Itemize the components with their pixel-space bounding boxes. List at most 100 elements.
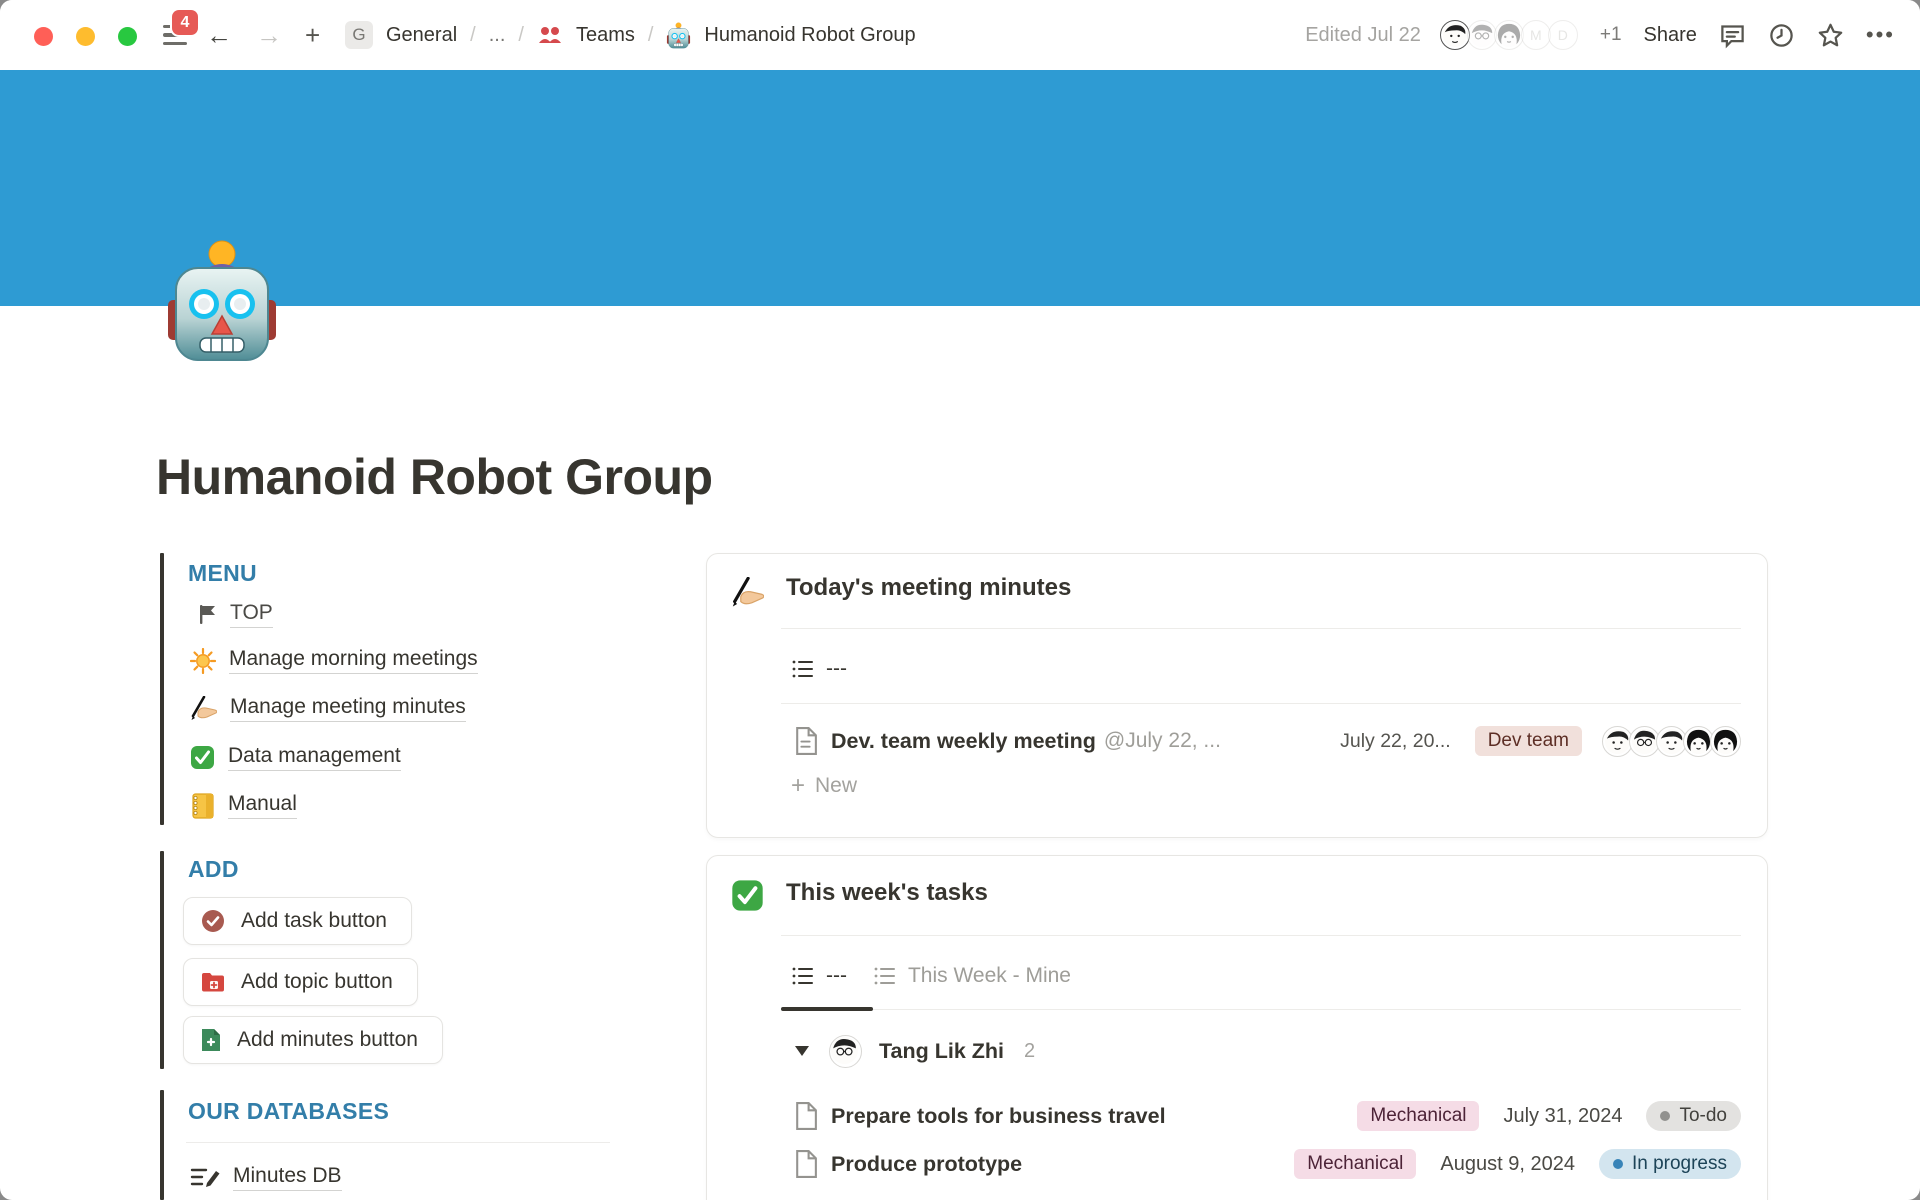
- check-button-icon: [190, 745, 215, 770]
- add-section: ADD Add task button Add topic button Add…: [160, 851, 620, 1069]
- edited-timestamp: Edited Jul 22: [1305, 24, 1421, 47]
- breadcrumb-general[interactable]: General: [386, 24, 457, 47]
- notebook-icon: [190, 793, 215, 819]
- breadcrumb-current-page[interactable]: Humanoid Robot Group: [704, 24, 915, 47]
- category-tag: Mechanical: [1357, 1101, 1479, 1131]
- collaborator-avatars: M D: [1443, 20, 1578, 50]
- view-tab-label: ---: [826, 964, 847, 988]
- status-dot-icon: [1660, 1111, 1670, 1121]
- divider: [781, 935, 1741, 936]
- view-tab-label: ---: [826, 657, 847, 681]
- avatar[interactable]: [1440, 20, 1470, 50]
- add-minutes-button[interactable]: Add minutes button: [183, 1016, 443, 1064]
- task-title[interactable]: Prepare tools for business travel: [831, 1104, 1166, 1129]
- meeting-minutes-card: Today's meeting minutes --- Dev. team we…: [706, 553, 1768, 838]
- attendee-avatars: [1606, 726, 1741, 757]
- view-tab[interactable]: ---: [791, 657, 847, 681]
- database-item-label: Minutes DB: [233, 1164, 342, 1191]
- tab-bar-border: [781, 703, 1741, 704]
- breadcrumb-ellipsis[interactable]: ...: [489, 24, 506, 47]
- task-row[interactable]: Prepare tools for business travel Mechan…: [794, 1096, 1741, 1136]
- meeting-date-mention[interactable]: @July 22, ...: [1104, 729, 1221, 753]
- quote-bar: [160, 1090, 164, 1200]
- flag-icon: [198, 604, 217, 625]
- page-cover[interactable]: [0, 70, 1920, 306]
- menu-item-data-management[interactable]: Data management: [190, 744, 401, 771]
- group-name[interactable]: Tang Lik Zhi: [879, 1039, 1004, 1064]
- status-label: In progress: [1632, 1153, 1727, 1175]
- menu-item-meeting-minutes[interactable]: Manage meeting minutes: [190, 695, 466, 722]
- meeting-title[interactable]: Dev. team weekly meeting: [831, 729, 1096, 754]
- plus-icon: +: [791, 772, 805, 800]
- breadcrumb-teams[interactable]: Teams: [576, 24, 635, 47]
- add-button-label: Add task button: [241, 909, 387, 933]
- add-topic-button[interactable]: Add topic button: [183, 958, 418, 1006]
- status-badge: In progress: [1599, 1149, 1741, 1179]
- task-properties: Mechanical August 9, 2024 In progress: [1294, 1149, 1741, 1179]
- avatar[interactable]: [1467, 20, 1497, 50]
- avatar-overflow-count[interactable]: +1: [1600, 24, 1622, 46]
- add-button-label: Add minutes button: [237, 1028, 418, 1052]
- task-properties: Mechanical July 31, 2024 To-do: [1357, 1101, 1741, 1131]
- page-title[interactable]: Humanoid Robot Group: [156, 448, 713, 506]
- new-page-icon[interactable]: +: [305, 0, 320, 70]
- due-date: August 9, 2024: [1440, 1153, 1575, 1176]
- view-tab-inactive[interactable]: This Week - Mine: [873, 964, 1071, 988]
- list-view-icon: [873, 965, 897, 987]
- task-row[interactable]: Produce prototype Mechanical August 9, 2…: [794, 1144, 1741, 1184]
- status-label: To-do: [1679, 1105, 1727, 1127]
- breadcrumb-separator: /: [518, 24, 524, 47]
- weekly-tasks-card: This week's tasks --- This Week - Mine T…: [706, 855, 1768, 1200]
- zoom-window-button[interactable]: [118, 27, 137, 46]
- forward-arrow-icon[interactable]: →: [256, 0, 282, 70]
- card-title[interactable]: This week's tasks: [786, 879, 988, 907]
- view-tabs: --- This Week - Mine: [791, 964, 1071, 988]
- databases-heading: OUR DATABASES: [188, 1098, 389, 1125]
- category-tag: Mechanical: [1294, 1149, 1416, 1179]
- card-title[interactable]: Today's meeting minutes: [786, 574, 1071, 602]
- task-circle-icon: [201, 909, 225, 933]
- minimize-window-button[interactable]: [76, 27, 95, 46]
- breadcrumb: G General / ... / Teams / Humanoid Robot…: [345, 0, 916, 70]
- add-task-button[interactable]: Add task button: [183, 897, 412, 945]
- menu-item-manual[interactable]: Manual: [190, 792, 297, 819]
- more-options-icon[interactable]: •••: [1866, 22, 1895, 48]
- task-title[interactable]: Produce prototype: [831, 1152, 1022, 1177]
- back-arrow-icon[interactable]: ←: [206, 0, 232, 70]
- list-view-icon: [791, 965, 815, 987]
- comments-icon[interactable]: [1719, 22, 1746, 49]
- add-button-label: Add topic button: [241, 970, 393, 994]
- folder-plus-icon: [201, 972, 225, 993]
- new-label: New: [815, 774, 857, 798]
- updates-clock-icon[interactable]: [1768, 22, 1795, 49]
- doc-plus-icon: [201, 1028, 221, 1052]
- menu-item-label: Manual: [228, 792, 297, 819]
- meeting-row[interactable]: Dev. team weekly meeting @July 22, ... J…: [794, 721, 1741, 761]
- new-item-button[interactable]: + New: [791, 772, 857, 800]
- avatar[interactable]: [1494, 20, 1524, 50]
- workspace-badge[interactable]: G: [345, 21, 373, 49]
- menu-section: MENU TOP Manage morning meetings Manage …: [160, 553, 620, 825]
- collapse-toggle-icon[interactable]: [795, 1046, 809, 1056]
- tab-bar-border: [781, 1009, 1741, 1010]
- avatar[interactable]: D: [1548, 20, 1578, 50]
- view-tab-active[interactable]: ---: [791, 964, 847, 988]
- divider: [781, 628, 1741, 629]
- page-icon: [794, 1102, 817, 1130]
- avatar[interactable]: M: [1521, 20, 1551, 50]
- active-tab-underline: [781, 1007, 873, 1011]
- share-button[interactable]: Share: [1644, 24, 1697, 47]
- list-edit-icon: [190, 1166, 220, 1190]
- menu-item-top[interactable]: TOP: [198, 601, 273, 628]
- group-header-row: Tang Lik Zhi 2: [795, 1032, 1035, 1070]
- menu-item-morning-meetings[interactable]: Manage morning meetings: [190, 647, 478, 674]
- database-item-minutes-db[interactable]: Minutes DB: [190, 1164, 342, 1191]
- close-window-button[interactable]: [34, 27, 53, 46]
- view-tab-label: This Week - Mine: [908, 964, 1071, 988]
- list-view-icon: [791, 658, 815, 680]
- favorite-star-icon[interactable]: [1817, 22, 1844, 49]
- sun-icon: [190, 648, 216, 674]
- divider: [186, 1142, 610, 1143]
- page-icon-robot-emoji[interactable]: [166, 238, 278, 364]
- teams-icon: [537, 24, 563, 46]
